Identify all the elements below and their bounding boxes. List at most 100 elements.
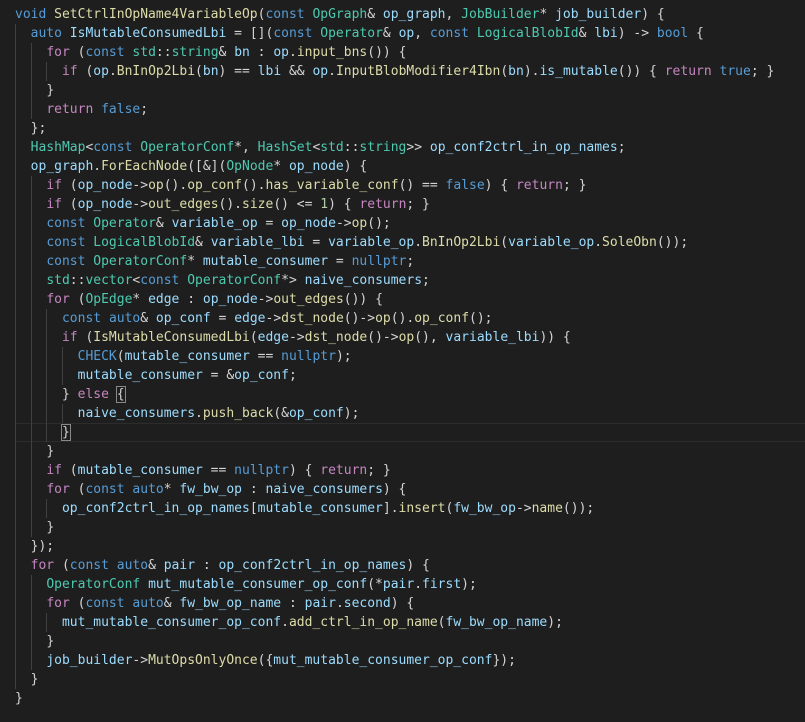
code-token: BnInOp2Lbi	[422, 235, 501, 250]
code-line[interactable]: auto IsMutableConsumedLbi = [](const Ope…	[15, 24, 805, 43]
code-line[interactable]: CHECK(mutable_consumer == nullptr);	[15, 347, 805, 366]
code-token: :	[249, 45, 274, 60]
code-token: = &	[202, 368, 235, 383]
code-token: OperatorConf	[93, 254, 188, 269]
code-line[interactable]: }	[15, 689, 805, 708]
code-token: op	[93, 64, 109, 79]
code-line[interactable]: }	[15, 442, 805, 461]
code-token: const	[46, 254, 86, 269]
code-line[interactable]: op_conf2ctrl_in_op_names[mutable_consume…	[15, 499, 805, 518]
code-line[interactable]: if (IsMutableConsumedLbi(edge->dst_node(…	[15, 328, 805, 347]
code-token: *	[187, 254, 203, 269]
code-token: naive_consumers	[265, 482, 383, 497]
code-line[interactable]: const auto& op_conf = edge->dst_node()->…	[15, 309, 805, 328]
code-token: fw_bw_op	[453, 501, 516, 516]
code-line[interactable]: return false;	[15, 100, 805, 119]
code-token: });	[30, 539, 55, 554]
code-token: edge	[234, 311, 266, 326]
code-token: string	[171, 45, 219, 60]
code-line[interactable]: }	[15, 632, 805, 651]
code-token: op_conf2ctrl_in_op_names	[218, 558, 407, 573]
code-line[interactable]: for (const std::string& bn : op.input_bn…	[15, 43, 805, 62]
code-line[interactable]: }	[15, 423, 805, 442]
code-token: pair	[163, 558, 196, 573]
code-line[interactable]: });	[15, 537, 805, 556]
code-token: ,	[445, 7, 462, 22]
code-token: true	[719, 64, 751, 79]
code-line[interactable]: if (op_node->op().op_conf().has_variable…	[15, 176, 805, 195]
code-token: ->	[132, 197, 149, 212]
code-token: std	[132, 45, 156, 60]
code-token: &	[155, 216, 172, 231]
code-token: &	[367, 7, 383, 22]
code-token: .	[414, 577, 423, 592]
code-line[interactable]: if (op.BnInOp2Lbi(bn) == lbi && op.Input…	[15, 62, 805, 81]
code-token: *	[163, 482, 180, 497]
code-line[interactable]: mut_mutable_consumer_op_conf.add_ctrl_in…	[15, 613, 805, 632]
code-line[interactable]: }	[15, 518, 805, 537]
code-token: }	[61, 387, 78, 402]
code-line[interactable]: }	[15, 81, 805, 100]
code-token: bn	[234, 45, 250, 60]
code-line[interactable]: if (mutable_consumer == nullptr) { retur…	[15, 461, 805, 480]
code-token: (	[61, 197, 78, 212]
code-token: op_conf	[234, 368, 289, 383]
code-editor[interactable]: void SetCtrlInOpName4VariableOp(const Op…	[0, 0, 805, 722]
code-line[interactable]: HashMap<const OperatorConf*, HashSet<std…	[15, 138, 805, 157]
code-line[interactable]: const LogicalBlobId& variable_lbi = vari…	[15, 233, 805, 252]
code-line[interactable]: };	[15, 119, 805, 138]
code-line[interactable]: if (op_node->out_edges().size() <= 1) { …	[15, 195, 805, 214]
code-line[interactable]: OperatorConf mut_mutable_consumer_op_con…	[15, 575, 805, 594]
code-token: op_node	[77, 178, 133, 193]
code-token: SetCtrlInOpName4VariableOp	[54, 7, 258, 22]
code-token: out_edges	[273, 292, 344, 307]
code-token: op_conf	[288, 406, 344, 421]
code-token: .	[594, 235, 603, 250]
code-line[interactable]: for (const auto& fw_bw_op_name : pair.se…	[15, 594, 805, 613]
code-token: )) {	[539, 330, 571, 345]
code-token: op	[351, 216, 368, 231]
code-line[interactable]: for (const auto* fw_bw_op : naive_consum…	[15, 480, 805, 499]
code-token: push_back	[202, 406, 274, 421]
code-line[interactable]: std::vector<const OperatorConf*> naive_c…	[15, 271, 805, 290]
code-line[interactable]: const Operator& variable_op = op_node->o…	[15, 214, 805, 233]
code-token: ()) {	[617, 64, 665, 79]
code-token: mut_mutable_consumer_op_conf	[61, 615, 282, 630]
code-line[interactable]: for (const auto& pair : op_conf2ctrl_in_…	[15, 556, 805, 575]
code-token: return	[515, 178, 563, 193]
code-token: OpEdge	[85, 292, 133, 307]
code-token: (	[500, 64, 509, 79]
code-token: LogicalBlobId	[476, 26, 579, 41]
code-token: auto	[108, 311, 141, 326]
code-line[interactable]: job_builder->MutOpsOnlyOnce({mut_mutable…	[15, 651, 805, 670]
code-token: *>	[281, 273, 305, 288]
code-token: ::	[343, 140, 360, 155]
code-token: ).	[523, 64, 540, 79]
code-token: (	[61, 178, 78, 193]
code-token: lbi	[257, 64, 282, 79]
code-token: .	[281, 615, 289, 630]
code-line[interactable]: } else {	[15, 385, 805, 404]
code-token: ;	[406, 254, 415, 269]
code-line[interactable]: void SetCtrlInOpName4VariableOp(const Op…	[15, 5, 805, 24]
code-token: ==	[249, 349, 282, 364]
code-token: CHECK	[77, 349, 117, 364]
code-token: }	[60, 424, 71, 441]
code-line[interactable]: op_graph.ForEachNode([&](OpNode* op_node…	[15, 157, 805, 176]
code-line[interactable]: const OperatorConf* mutable_consumer = n…	[15, 252, 805, 271]
code-line[interactable]: for (OpEdge* edge : op_node->out_edges()…	[15, 290, 805, 309]
code-line[interactable]: }	[15, 670, 805, 689]
code-line[interactable]: mutable_consumer = &op_conf;	[15, 366, 805, 385]
code-area[interactable]: void SetCtrlInOpName4VariableOp(const Op…	[15, 5, 805, 708]
code-token: );	[343, 406, 360, 421]
code-token: = [](	[226, 26, 274, 41]
code-token: op	[398, 330, 415, 345]
code-token: dst_node	[304, 330, 368, 345]
code-line[interactable]: naive_consumers.push_back(&op_conf);	[15, 404, 805, 423]
